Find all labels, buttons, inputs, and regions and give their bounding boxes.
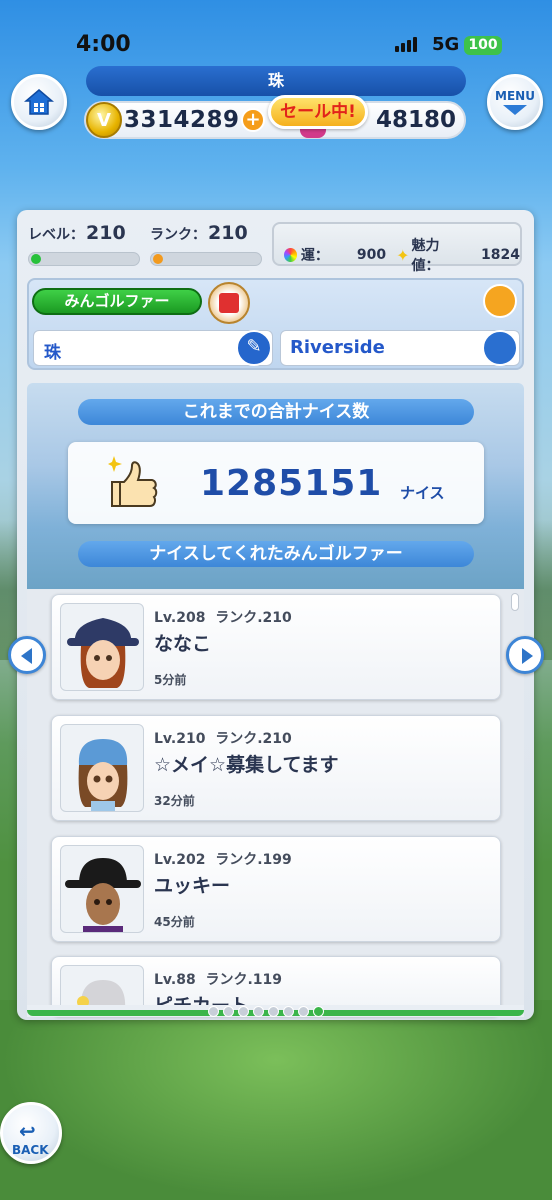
player-rank: ランク.210: [215, 731, 292, 747]
page-dot[interactable]: [268, 1006, 279, 1017]
player-level: Lv.88: [154, 972, 196, 988]
previous-page-button[interactable]: [8, 636, 46, 674]
avatar: [60, 603, 144, 691]
player-name-text: 珠: [44, 343, 61, 363]
player-name: ユッキー: [154, 875, 231, 897]
time-ago: 5分前: [154, 673, 187, 687]
nice-givers-heading: ナイスしてくれたみんゴルファー: [78, 541, 474, 567]
player-name-header: 珠: [86, 66, 466, 96]
home-button[interactable]: [11, 74, 67, 130]
status-bar: 4:00 5G 100: [0, 0, 552, 66]
rank-label: ランク：: [150, 227, 206, 243]
time-ago: 32分前: [154, 794, 195, 808]
battery-icon: 100: [464, 36, 502, 55]
background-grass: [0, 1000, 552, 1200]
luck-charm-box: 運： 900 ✦ 魅力値： 1824: [272, 222, 522, 274]
chevron-right-icon: [522, 648, 533, 664]
club-icon[interactable]: [482, 330, 518, 366]
page-dot[interactable]: [208, 1006, 219, 1017]
network-label: 5G: [432, 34, 460, 55]
player-row[interactable]: Lv.210 ランク.210 ☆メイ☆募集してます 32分前: [51, 715, 501, 821]
page-indicator: [208, 1006, 324, 1017]
player-name: ななこ: [154, 633, 212, 655]
pencil-icon: ✎: [246, 336, 262, 357]
back-arrow-icon: ↩: [19, 1119, 36, 1143]
edit-name-button[interactable]: ✎: [236, 330, 272, 366]
nice-unit: ナイス: [400, 484, 445, 502]
level-value: 210: [86, 222, 126, 244]
player-rank: ランク.119: [205, 972, 283, 988]
status-time: 4:00: [76, 32, 131, 57]
chevron-down-icon: [503, 105, 527, 115]
sparkle-icon: ✦: [396, 245, 410, 265]
player-row[interactable]: Lv.202 ランク.199 ユッキー 45分前: [51, 836, 501, 942]
charm-value: 1824: [481, 247, 520, 263]
player-rank: ランク.199: [215, 852, 292, 868]
level-label: レベル：: [28, 227, 84, 243]
next-page-button[interactable]: [506, 636, 544, 674]
avatar: [60, 724, 144, 812]
charm-label: 魅力値：: [411, 238, 440, 274]
thumbs-up-icon: [108, 456, 158, 507]
menu-label: MENU: [495, 89, 535, 103]
coin-icon: V: [86, 102, 122, 138]
rank-stat: ランク： 210: [150, 222, 264, 268]
page-dot[interactable]: [283, 1006, 294, 1017]
time-ago: 45分前: [154, 915, 195, 929]
sale-badge[interactable]: セール中!: [268, 95, 368, 129]
rank-progress-bar: [150, 252, 262, 266]
page-dot[interactable]: [238, 1006, 249, 1017]
club-name: Riverside: [290, 337, 385, 358]
nice-total-heading: これまでの合計ナイス数: [78, 399, 474, 425]
rank-value: 210: [208, 222, 248, 244]
coin-value: 3314289: [124, 107, 240, 133]
player-row[interactable]: Lv.208 ランク.210 ななこ 5分前: [51, 594, 501, 700]
player-level: Lv.210: [154, 731, 206, 747]
page-dot[interactable]: [253, 1006, 264, 1017]
title-badge[interactable]: みんゴルファー: [32, 288, 202, 315]
gem-value: 48180: [376, 107, 457, 133]
player-name: ☆メイ☆募集してます: [154, 754, 339, 776]
page-dot-active[interactable]: [313, 1006, 324, 1017]
rainbow-icon: [284, 248, 297, 262]
home-icon: [24, 89, 54, 115]
list-scrollbar[interactable]: [511, 593, 519, 611]
signal-icon: [395, 36, 417, 52]
person-icon[interactable]: [483, 284, 517, 318]
back-label: BACK: [12, 1143, 49, 1157]
page-dot[interactable]: [223, 1006, 234, 1017]
player-rank: ランク.210: [215, 610, 292, 626]
level-progress-bar: [28, 252, 140, 266]
back-button[interactable]: ↩ BACK: [0, 1102, 62, 1164]
page-dot[interactable]: [298, 1006, 309, 1017]
add-coins-button[interactable]: +: [241, 108, 265, 132]
menu-button[interactable]: MENU: [487, 74, 543, 130]
level-stat: レベル： 210: [28, 222, 148, 268]
luck-label: 運：: [300, 248, 329, 264]
avatar: [60, 845, 144, 933]
emblem-icon[interactable]: [208, 282, 250, 324]
luck-value: 900: [356, 247, 387, 263]
nice-total-value: 1285151: [200, 463, 383, 504]
player-level: Lv.202: [154, 852, 206, 868]
player-level: Lv.208: [154, 610, 206, 626]
chevron-left-icon: [21, 648, 32, 664]
